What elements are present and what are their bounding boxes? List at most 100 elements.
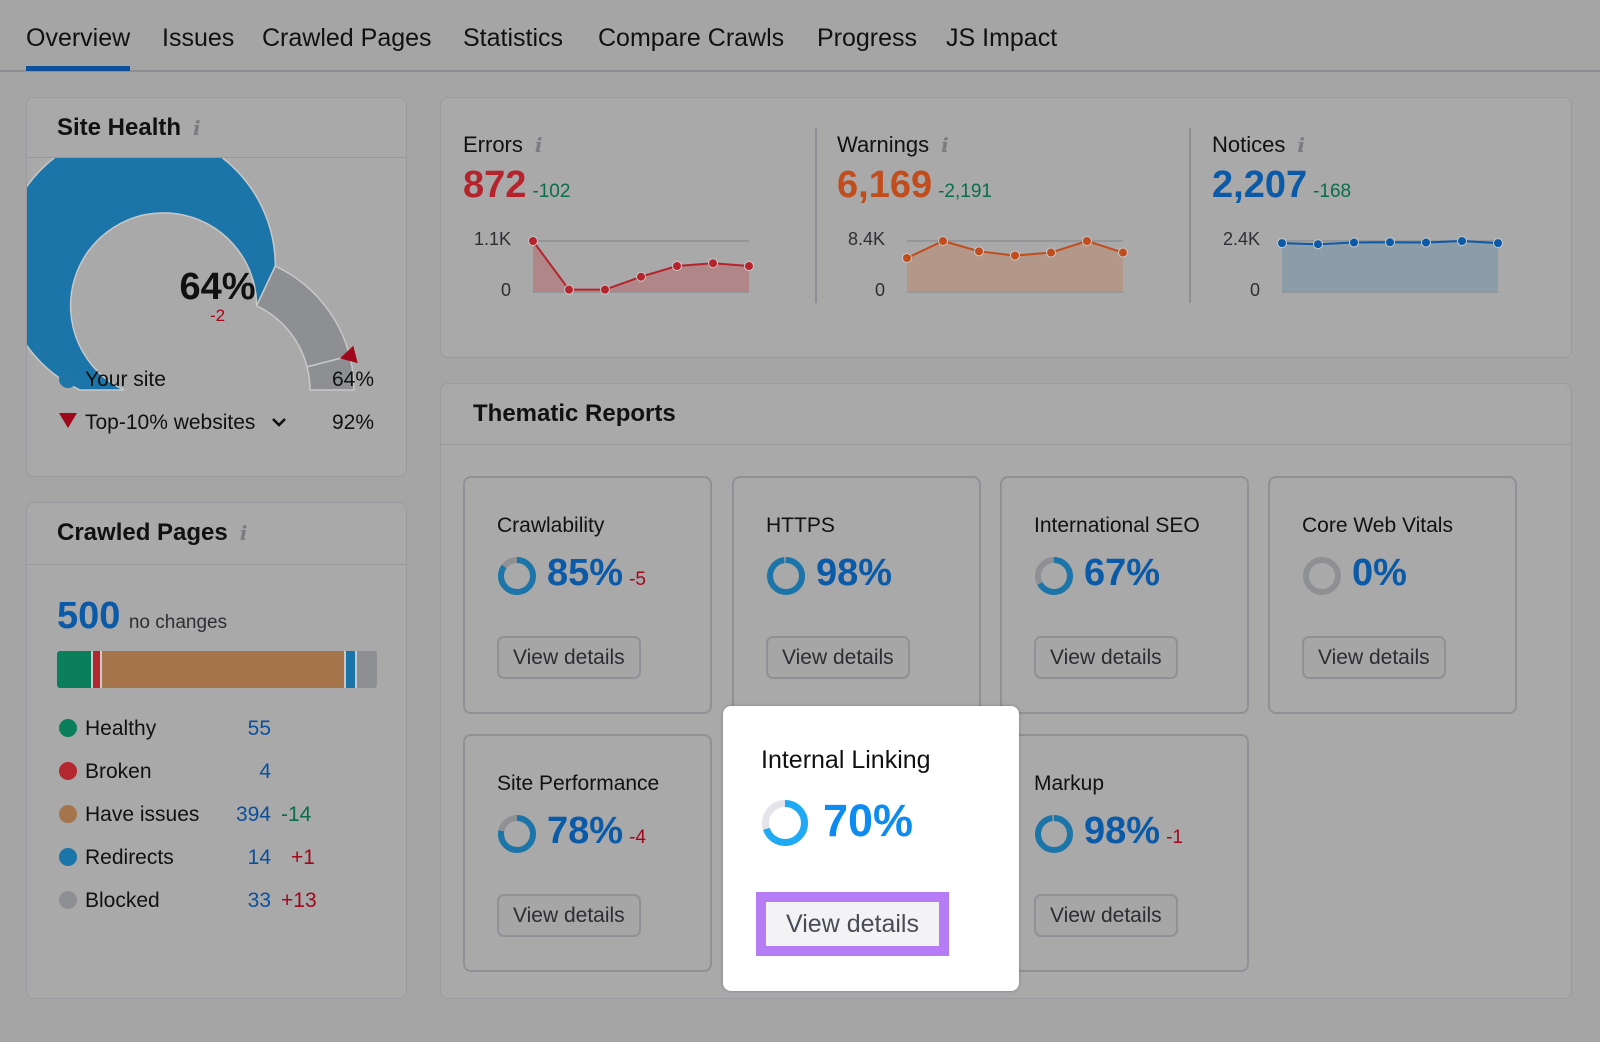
row-count[interactable]: 4 bbox=[259, 760, 271, 784]
crawled-total-value[interactable]: 500 bbox=[57, 595, 120, 637]
bar-segment-redirects[interactable] bbox=[344, 651, 355, 688]
row-label-text: Redirects bbox=[85, 846, 174, 869]
report-percent: 70% bbox=[823, 795, 914, 846]
sparkline-point[interactable] bbox=[1385, 237, 1395, 248]
sparkline-point[interactable] bbox=[1082, 236, 1092, 246]
legend-top-10[interactable]: Top-10% websites bbox=[59, 411, 287, 435]
report-percent: 67% bbox=[1084, 552, 1161, 594]
row-delta: +13 bbox=[281, 889, 317, 912]
sparkline-point[interactable] bbox=[1349, 237, 1359, 248]
crawled-row-healthy[interactable]: Healthy 55 bbox=[59, 717, 359, 745]
divider bbox=[441, 444, 1571, 445]
metric-delta: -2,191 bbox=[938, 181, 992, 202]
report-name: Site Performance bbox=[497, 772, 660, 795]
view-details-button[interactable]: View details bbox=[766, 636, 910, 679]
report-card-international-seo: International SEO 67% View details bbox=[1000, 476, 1249, 714]
triangle-down-icon bbox=[59, 413, 77, 428]
bar-segment-broken[interactable] bbox=[90, 651, 101, 688]
row-label-text: Blocked bbox=[85, 889, 160, 912]
view-details-button[interactable]: View details bbox=[1302, 636, 1446, 679]
row-count[interactable]: 33 bbox=[248, 889, 271, 913]
metric-delta: -102 bbox=[532, 181, 571, 202]
sparkline-point[interactable] bbox=[1493, 238, 1503, 249]
sparkline-point[interactable] bbox=[938, 236, 948, 246]
sparkline-point[interactable] bbox=[744, 261, 754, 272]
metric-warnings: Warnings i 6,169 -2,191 8.4K 0 bbox=[837, 98, 1187, 357]
crawled-row-broken[interactable]: Broken 4 bbox=[59, 760, 359, 788]
info-icon[interactable]: i bbox=[535, 133, 543, 157]
metric-value[interactable]: 872 bbox=[463, 164, 526, 206]
sparkline-point[interactable] bbox=[564, 284, 574, 295]
sparkline-point[interactable] bbox=[1046, 247, 1056, 258]
sparkline-point[interactable] bbox=[1010, 250, 1020, 261]
tab-statistics[interactable]: Statistics bbox=[463, 24, 563, 53]
donut-value-arc bbox=[767, 557, 805, 595]
row-label: Broken bbox=[59, 760, 152, 784]
sparkline-point[interactable] bbox=[1313, 239, 1323, 250]
report-name: Internal Linking bbox=[761, 746, 931, 774]
row-count[interactable]: 14 bbox=[248, 846, 271, 870]
report-tabs: Overview Issues Crawled Pages Statistics… bbox=[0, 0, 1600, 72]
info-icon[interactable]: i bbox=[193, 116, 201, 140]
view-details-button[interactable]: View details bbox=[497, 636, 641, 679]
report-name: Markup bbox=[1034, 772, 1105, 795]
sparkline-chart bbox=[1277, 236, 1503, 293]
report-percent-wrap: 67% bbox=[1084, 552, 1166, 595]
info-icon[interactable]: i bbox=[1297, 133, 1305, 157]
report-delta: -5 bbox=[629, 569, 646, 590]
sparkline-chart bbox=[528, 236, 754, 295]
tab-compare-crawls[interactable]: Compare Crawls bbox=[598, 24, 784, 53]
tab-crawled-pages[interactable]: Crawled Pages bbox=[262, 24, 432, 53]
info-icon[interactable]: i bbox=[240, 521, 248, 545]
legend-your-site: Your site bbox=[59, 368, 166, 392]
crawled-row-redirects[interactable]: Redirects 14 +1 bbox=[59, 846, 359, 874]
view-details-button[interactable]: View details bbox=[766, 902, 939, 946]
view-details-button[interactable]: View details bbox=[1034, 894, 1178, 937]
sparkline-point[interactable] bbox=[974, 246, 984, 257]
sparkline-point[interactable] bbox=[672, 261, 682, 272]
sparkline-point[interactable] bbox=[902, 253, 912, 263]
tab-overview[interactable]: Overview bbox=[26, 24, 131, 71]
donut-icon bbox=[1035, 815, 1073, 853]
metric-label-text: Errors bbox=[463, 132, 523, 157]
sparkline-point[interactable] bbox=[1118, 247, 1128, 258]
crawled-pages-title-text[interactable]: Crawled Pages bbox=[57, 519, 228, 546]
site-health-title-text: Site Health bbox=[57, 114, 182, 141]
report-percent: 98% bbox=[816, 552, 893, 594]
bar-segment-healthy[interactable] bbox=[57, 651, 91, 688]
crawled-row-have-issues[interactable]: Have issues 394 -14 bbox=[59, 803, 359, 831]
row-count[interactable]: 55 bbox=[248, 717, 271, 741]
chevron-down-icon[interactable] bbox=[271, 416, 287, 428]
metric-value[interactable]: 6,169 bbox=[837, 164, 932, 206]
sparkline-point[interactable] bbox=[600, 284, 610, 295]
metric-value-wrap: 6,169 -2,191 bbox=[837, 164, 992, 207]
sparkline-point[interactable] bbox=[1421, 237, 1431, 248]
site-health-delta: -2 bbox=[209, 306, 226, 325]
view-details-button[interactable]: View details bbox=[1034, 636, 1178, 679]
report-percent-wrap: 85% -5 bbox=[547, 552, 646, 595]
sparkline-point[interactable] bbox=[636, 271, 646, 282]
sparkline-point[interactable] bbox=[528, 236, 538, 246]
crawled-row-blocked[interactable]: Blocked 33 +13 bbox=[59, 889, 359, 917]
info-icon[interactable]: i bbox=[941, 133, 949, 157]
site-health-score: 64% bbox=[179, 266, 256, 308]
tab-issues[interactable]: Issues bbox=[162, 24, 234, 53]
row-count[interactable]: 394 bbox=[236, 803, 271, 827]
crawled-pages-card: Crawled Pages i 500 no changes Healthy 55 B… bbox=[26, 502, 407, 999]
row-delta: +1 bbox=[291, 846, 315, 869]
metric-label-text: Warnings bbox=[837, 132, 930, 157]
bar-segment-blocked[interactable] bbox=[354, 651, 377, 688]
view-details-button[interactable]: View details bbox=[497, 894, 641, 937]
tab-js-impact[interactable]: JS Impact bbox=[946, 24, 1057, 53]
sparkline-point[interactable] bbox=[708, 258, 718, 269]
report-percent: 0% bbox=[1352, 552, 1407, 594]
report-name: Core Web Vitals bbox=[1302, 514, 1453, 537]
report-percent-wrap: 0% bbox=[1352, 552, 1413, 595]
sparkline-area bbox=[1282, 241, 1498, 292]
metric-value[interactable]: 2,207 bbox=[1212, 164, 1307, 206]
bar-segment-have-issues[interactable] bbox=[100, 651, 345, 688]
sparkline-point[interactable] bbox=[1277, 238, 1287, 249]
tab-progress[interactable]: Progress bbox=[817, 24, 917, 53]
sparkline-point[interactable] bbox=[1457, 236, 1467, 246]
donut-icon bbox=[762, 800, 808, 846]
